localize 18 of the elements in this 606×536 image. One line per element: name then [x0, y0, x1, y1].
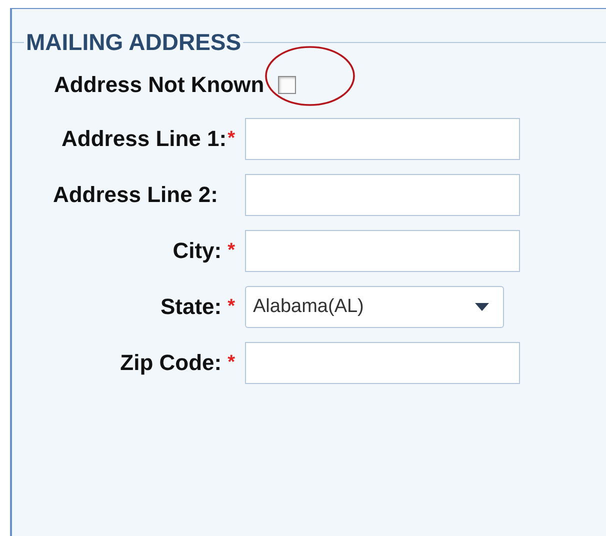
input-field[interactable] — [245, 342, 520, 384]
checkbox[interactable] — [278, 76, 296, 94]
input-field[interactable] — [245, 118, 520, 160]
required-mark: * — [228, 128, 235, 150]
required-mark: * — [228, 240, 235, 262]
dropdown-caret-icon — [475, 303, 489, 311]
checkbox-label: Address Not Known — [54, 72, 264, 98]
section-title: MAILING ADDRESS — [25, 29, 242, 56]
field-label: Address Line 1: — [62, 126, 227, 152]
field-label: Zip Code: — [120, 350, 222, 376]
input-field[interactable] — [245, 230, 520, 272]
input-field[interactable] — [245, 174, 520, 216]
field-label: City: — [172, 238, 222, 264]
field-label: Address Line 2: — [52, 182, 218, 208]
state-select[interactable]: Alabama(AL) — [245, 286, 504, 328]
required-mark: * — [228, 352, 235, 374]
required-mark: * — [228, 296, 235, 318]
field-label: State: — [160, 294, 222, 320]
